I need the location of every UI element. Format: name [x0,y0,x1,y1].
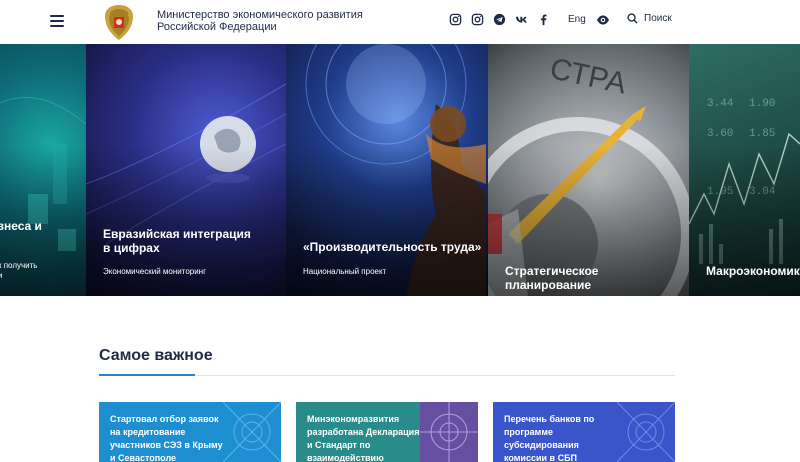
slide-title: Евразийская интеграция в цифрах [103,227,251,255]
slide-title: Макроэкономика [706,264,800,278]
slide-subtitle: Национальный проект [303,267,387,276]
menu-icon[interactable] [50,15,64,27]
slide-strategic-planning[interactable]: СТРА Стратегическое планирование [488,44,689,296]
emblem[interactable] [98,1,140,43]
slide-partial-left[interactable]: знеса и к получить и [0,44,86,296]
slide-macroeconomics[interactable]: 3.441.90 3.601.85 1.953.04 Макроэкономик… [689,44,800,296]
search-label: Поиск [644,13,672,24]
hero-carousel: знеса и к получить и Евразийская интегра… [0,44,800,296]
vk-icon[interactable] [515,13,528,26]
slide-labour-productivity[interactable]: «Производительность труда» Национальный … [286,44,488,296]
site-header: Министерство экономического развития Рос… [0,0,800,44]
ministry-line-2: Российской Федерации [157,21,277,33]
slide-subtitle: к получить и [0,261,38,280]
slide-title: Стратегическое планирование [505,264,599,292]
ministry-line-1: Министерство экономического развития [157,9,363,21]
slide-title: «Производительность труда» [303,240,482,254]
slide-subtitle: Экономический мониторинг [103,267,207,276]
news-card[interactable]: Перечень банков по программе субсидирова… [493,402,675,462]
search-button[interactable]: Поиск [627,13,672,24]
slide-eurasian-integration[interactable]: Евразийская интеграция в цифрах Экономич… [86,44,286,296]
news-card[interactable]: Минэкономразвития разработана Декларация… [296,402,478,462]
social-links [449,13,550,26]
card-pattern [420,402,478,462]
language-switch[interactable]: Eng [568,14,586,25]
section-accent-line [99,374,195,376]
facebook-icon[interactable] [537,13,550,26]
slide-title: знеса и [0,219,42,233]
instagram-icon[interactable] [449,13,462,26]
ministry-name[interactable]: Министерство экономического развития Рос… [157,9,363,33]
card-pattern [617,402,675,462]
card-pattern [223,402,281,462]
section-title: Самое важное [99,347,213,364]
eye-icon[interactable] [596,14,610,26]
instagram-icon[interactable] [471,13,484,26]
telegram-icon[interactable] [493,13,506,26]
search-icon [627,13,638,24]
news-card[interactable]: Стартовал отбор заявок на кредитование у… [99,402,281,462]
